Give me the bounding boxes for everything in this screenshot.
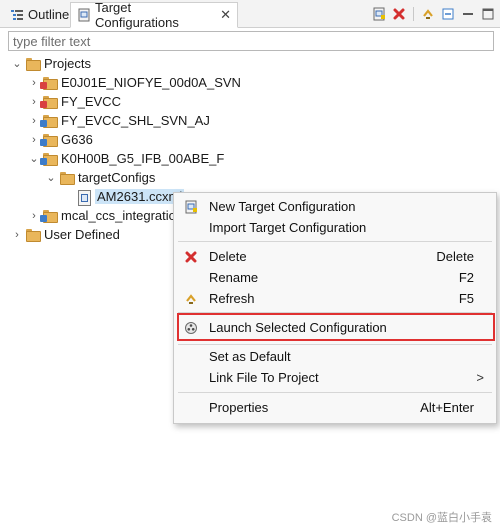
collapsed-chevron-icon[interactable]: ›: [27, 77, 41, 89]
project-folder-icon: [40, 76, 58, 90]
folder-icon: [59, 171, 75, 185]
tab-outline[interactable]: Outline: [4, 2, 70, 27]
submenu-arrow-icon: >: [476, 370, 484, 385]
collapsed-chevron-icon[interactable]: ›: [27, 210, 41, 222]
tree-node-project[interactable]: › FY_EVCC: [27, 92, 121, 111]
collapsed-chevron-icon[interactable]: ›: [27, 115, 41, 127]
tree-node-label: FY_EVCC_SHL_SVN_AJ: [61, 113, 210, 128]
collapse-all-icon[interactable]: [440, 6, 456, 22]
menu-separator: [178, 344, 492, 345]
expanded-chevron-icon[interactable]: ⌄: [27, 152, 41, 165]
tree-node-label: E0J01E_NIOFYE_00d0A_SVN: [61, 75, 241, 90]
expanded-chevron-icon[interactable]: ⌄: [10, 57, 24, 70]
project-folder-icon: [40, 95, 58, 109]
tree-node-ccxml-file[interactable]: AM2631.ccxml: [61, 187, 185, 206]
collapsed-chevron-icon[interactable]: ›: [27, 96, 41, 108]
expanded-chevron-icon[interactable]: ⌄: [44, 171, 58, 184]
view-toolbar: [371, 5, 496, 23]
minimize-icon[interactable]: [460, 6, 476, 22]
tree-node-user-defined[interactable]: › User Defined: [10, 225, 120, 244]
menu-separator: [178, 392, 492, 393]
outline-icon: [10, 8, 24, 22]
view-tab-bar: Outline Target Configurations ✕: [0, 0, 500, 30]
menu-separator: [178, 312, 492, 313]
menu-item-delete[interactable]: Delete Delete: [174, 246, 496, 267]
project-folder-icon: [40, 114, 58, 128]
menu-item-new-target-configuration[interactable]: New Target Configuration: [174, 196, 496, 217]
tree-node-label: K0H00B_G5_IFB_00ABE_F: [61, 151, 225, 166]
toolbar-separator: [413, 7, 414, 21]
tree-node-label: AM2631.ccxml: [95, 189, 185, 204]
tree-node-project[interactable]: › mcal_ccs_integratio: [27, 206, 176, 225]
filter-input[interactable]: [8, 31, 494, 51]
tree-node-projects[interactable]: ⌄ Projects: [10, 54, 91, 73]
menu-item-refresh[interactable]: Refresh F5: [174, 288, 496, 309]
shortcut-label: F2: [458, 270, 474, 285]
project-folder-icon: [40, 152, 58, 166]
tree-node-label: Projects: [44, 56, 91, 71]
tree-node-label: mcal_ccs_integratio: [61, 208, 176, 223]
tree-node-label: targetConfigs: [78, 170, 156, 185]
folder-icon: [25, 57, 41, 71]
ccxml-file-icon: [76, 189, 92, 206]
tree-node-target-configs[interactable]: ⌄ targetConfigs: [44, 168, 155, 187]
new-target-config-icon: [183, 199, 199, 215]
tree-node-project[interactable]: › G636: [27, 130, 93, 149]
delete-icon[interactable]: [391, 6, 407, 22]
shortcut-label: Alt+Enter: [420, 400, 474, 415]
tree-node-project[interactable]: ⌄ K0H00B_G5_IFB_00ABE_F: [27, 149, 224, 168]
tab-target-configurations-label: Target Configurations: [95, 0, 179, 30]
shortcut-label: Delete: [436, 249, 474, 264]
menu-item-set-as-default[interactable]: Set as Default: [174, 346, 496, 367]
watermark: CSDN @蓝白小手袁: [391, 512, 492, 524]
menu-item-properties[interactable]: Properties Alt+Enter: [174, 397, 496, 418]
target-config-icon: [77, 8, 91, 22]
shortcut-label: F5: [458, 291, 474, 306]
menu-item-link-file-to-project[interactable]: Link File To Project >: [174, 367, 496, 388]
tree-node-label: G636: [61, 132, 93, 147]
tab-target-configurations[interactable]: Target Configurations ✕: [70, 0, 238, 30]
close-tab-icon[interactable]: ✕: [216, 7, 231, 23]
tree-node-label: FY_EVCC: [61, 94, 121, 109]
collapsed-chevron-icon[interactable]: ›: [10, 229, 24, 241]
menu-item-launch-selected-configuration[interactable]: Launch Selected Configuration: [174, 317, 496, 338]
tree-node-project[interactable]: › FY_EVCC_SHL_SVN_AJ: [27, 111, 210, 130]
project-folder-icon: [40, 133, 58, 147]
launch-debug-icon: [183, 320, 199, 336]
tree-node-label: User Defined: [44, 227, 120, 242]
menu-item-import-target-configuration[interactable]: Import Target Configuration: [174, 217, 496, 238]
refresh-icon: [183, 291, 199, 307]
maximize-icon[interactable]: [480, 6, 496, 22]
project-folder-icon: [40, 209, 58, 223]
menu-item-rename[interactable]: Rename F2: [174, 267, 496, 288]
context-menu: New Target Configuration Import Target C…: [173, 192, 497, 424]
delete-icon: [183, 249, 199, 265]
refresh-icon[interactable]: [420, 6, 436, 22]
collapsed-chevron-icon[interactable]: ›: [27, 134, 41, 146]
new-target-config-icon[interactable]: [371, 6, 387, 22]
folder-icon: [25, 228, 41, 242]
tab-outline-label: Outline: [28, 7, 70, 22]
menu-separator: [178, 241, 492, 242]
tree-node-project[interactable]: › E0J01E_NIOFYE_00d0A_SVN: [27, 73, 241, 92]
